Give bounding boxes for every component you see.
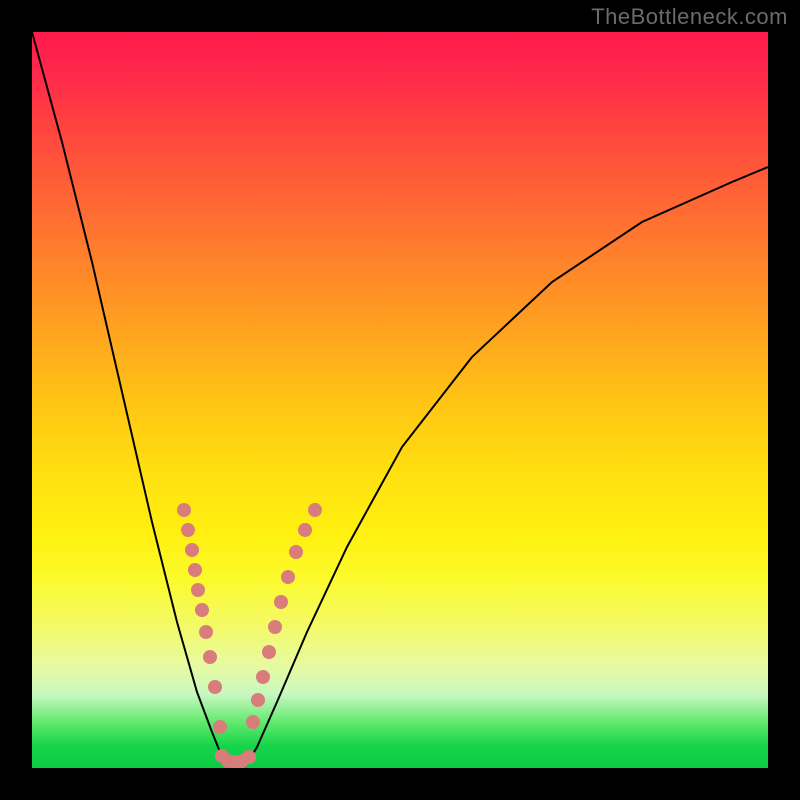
marker-dot <box>246 715 260 729</box>
marker-dot <box>177 503 191 517</box>
marker-dot <box>203 650 217 664</box>
markers-valley <box>215 749 256 768</box>
marker-dot <box>281 570 295 584</box>
plot-area <box>32 32 768 768</box>
curve-right <box>245 167 768 767</box>
marker-dot <box>242 750 256 764</box>
marker-dot <box>251 693 265 707</box>
curves-layer <box>32 32 768 768</box>
marker-dot <box>188 563 202 577</box>
marker-dot <box>208 680 222 694</box>
markers-left <box>177 503 227 734</box>
curve-left <box>32 32 229 767</box>
markers-right <box>246 503 322 729</box>
marker-dot <box>181 523 195 537</box>
marker-dot <box>268 620 282 634</box>
chart-frame: TheBottleneck.com <box>0 0 800 800</box>
marker-dot <box>213 720 227 734</box>
watermark-text: TheBottleneck.com <box>591 4 788 30</box>
marker-dot <box>195 603 209 617</box>
marker-dot <box>199 625 213 639</box>
marker-dot <box>274 595 288 609</box>
marker-dot <box>298 523 312 537</box>
marker-dot <box>185 543 199 557</box>
line-series <box>32 32 768 767</box>
marker-dot <box>289 545 303 559</box>
marker-dot <box>256 670 270 684</box>
marker-dot <box>308 503 322 517</box>
marker-dot <box>262 645 276 659</box>
marker-dot <box>191 583 205 597</box>
